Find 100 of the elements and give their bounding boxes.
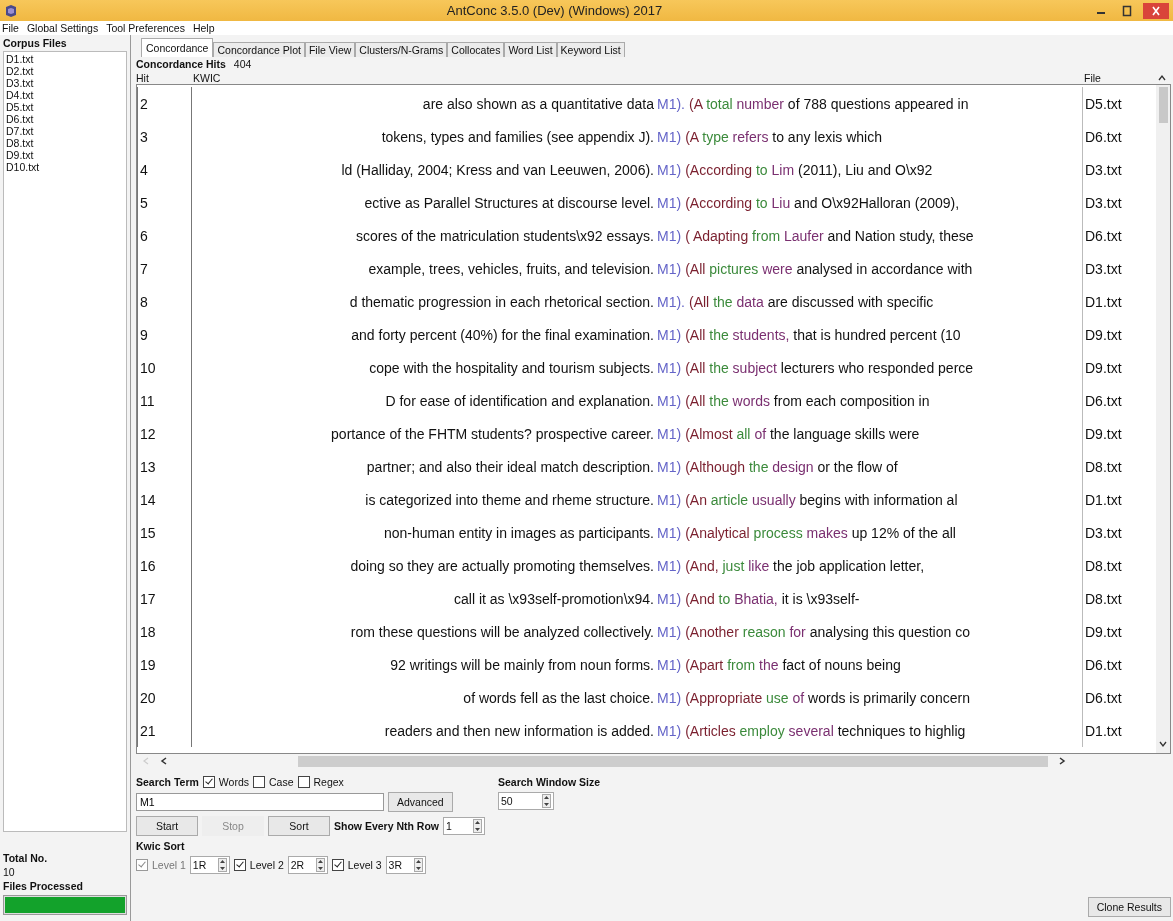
- left-context: tokens, types and families (see appendix J).: [380, 128, 655, 145]
- checkbox[interactable]: [233, 859, 246, 871]
- tab[interactable]: Concordance: [141, 38, 214, 57]
- file-item[interactable]: D10.txt: [6, 161, 124, 173]
- left-context: ective as Parallel Structures at discourse level.: [363, 194, 655, 211]
- app-icon[interactable]: [4, 3, 18, 18]
- spinner-arrows-icon[interactable]: [542, 794, 551, 808]
- close-icon[interactable]: [1143, 2, 1169, 19]
- menu-item[interactable]: Global Settings: [26, 22, 99, 34]
- tab[interactable]: Keyword List: [556, 42, 625, 57]
- tab[interactable]: File View: [304, 42, 356, 57]
- keyword: M1): [657, 161, 683, 178]
- tab[interactable]: Word List: [504, 42, 557, 57]
- checkbox-label: Regex: [313, 776, 344, 788]
- spinner-arrows-icon[interactable]: [315, 858, 325, 872]
- column-header[interactable]: Hit: [136, 72, 193, 84]
- column-header[interactable]: File: [1084, 72, 1157, 84]
- file-name: D9.txt: [1084, 359, 1123, 376]
- window-title: AntConc 3.5.0 (Dev) (Windows) 2017: [445, 3, 664, 18]
- keyword: M1).: [657, 95, 686, 112]
- right-context: (Articles employ several techniques to highlig: [685, 722, 966, 739]
- advanced-button[interactable]: Advanced: [388, 792, 453, 812]
- scroll-thumb[interactable]: [298, 755, 1048, 767]
- checkbox[interactable]: [297, 776, 310, 788]
- hit-number: 14: [137, 483, 192, 516]
- menu-item[interactable]: File: [2, 22, 19, 34]
- file-item[interactable]: D9.txt: [6, 149, 124, 161]
- file-name: D6.txt: [1084, 128, 1123, 145]
- spinner-field[interactable]: 3R: [385, 856, 426, 874]
- checkbox[interactable]: [331, 859, 344, 871]
- left-context: readers and then new information is added.: [383, 722, 655, 739]
- right-context: (All the words from each composition in: [685, 392, 930, 409]
- left-context: are also shown as a quantitative data: [421, 95, 655, 112]
- keyword: M1): [657, 524, 683, 541]
- right-context: (According to Liu and O\x92Halloran (2009),: [685, 194, 960, 211]
- right-context: (And to Bhatia, it is \x93self-: [685, 590, 860, 607]
- spinner-field[interactable]: 50: [498, 792, 554, 810]
- spinner-field[interactable]: 2R: [287, 856, 328, 874]
- left-context: and forty percent (40%) for the final examination.: [350, 326, 655, 343]
- tab[interactable]: Collocates: [447, 42, 505, 57]
- checkbox[interactable]: [202, 776, 215, 788]
- hit-number: 3: [137, 120, 192, 153]
- level-label: Level 1: [152, 859, 186, 871]
- file-item[interactable]: D3.txt: [6, 77, 124, 89]
- keyword: M1): [657, 656, 683, 673]
- column-header[interactable]: KWIC: [193, 72, 1084, 84]
- scroll-thumb[interactable]: [1158, 87, 1168, 123]
- keyword: M1).: [657, 293, 686, 310]
- checkbox[interactable]: [253, 776, 265, 788]
- right-context: (A total number of 788 questions appeared in: [689, 95, 969, 112]
- file-item[interactable]: D5.txt: [6, 101, 124, 113]
- file-name: D9.txt: [1084, 623, 1123, 640]
- spinner-field[interactable]: 1: [443, 817, 485, 835]
- spinner-arrows-icon[interactable]: [217, 858, 227, 872]
- left-context: of words fell as the last choice.: [462, 689, 655, 706]
- hit-number: 4: [137, 153, 192, 186]
- left-context: non-human entity in images as participants.: [382, 524, 655, 541]
- keyword: M1): [657, 557, 683, 574]
- file-item[interactable]: D7.txt: [6, 125, 124, 137]
- checkbox-label: Case: [269, 776, 294, 788]
- menu-item[interactable]: Help: [192, 22, 215, 34]
- left-context: call it as \x93self-promotion\x94.: [453, 590, 655, 607]
- scroll-down-icon[interactable]: [1158, 739, 1168, 749]
- hits-label: Concordance Hits: [136, 58, 226, 70]
- file-name: D3.txt: [1084, 161, 1123, 178]
- file-item[interactable]: D1.txt: [6, 53, 124, 65]
- hits-count: 404: [233, 58, 252, 70]
- hit-number: 8: [137, 285, 192, 318]
- left-context: doing so they are actually promoting themselves.: [349, 557, 655, 574]
- file-item[interactable]: D2.txt: [6, 65, 124, 77]
- right-context: (An article usually begins with information al: [685, 491, 958, 508]
- menu-item[interactable]: Tool Preferences: [106, 22, 185, 34]
- hit-number: 18: [137, 615, 192, 648]
- spinner-arrows-icon[interactable]: [413, 858, 423, 872]
- file-item[interactable]: D6.txt: [6, 113, 124, 125]
- search-field[interactable]: M1: [136, 793, 384, 811]
- clone-results-button[interactable]: Clone Results: [1087, 897, 1171, 917]
- hit-number: 2: [137, 87, 192, 120]
- hit-number: 16: [137, 549, 192, 582]
- vertical-scrollbar[interactable]: [1156, 85, 1170, 753]
- file-name: D5.txt: [1084, 95, 1123, 112]
- total-value: 10: [3, 866, 16, 878]
- spinner-arrows-icon[interactable]: [473, 819, 482, 833]
- file-name: D3.txt: [1084, 524, 1123, 541]
- action-button[interactable]: Sort: [268, 816, 330, 836]
- window-size-label: Search Window Size: [498, 776, 601, 788]
- file-item[interactable]: D4.txt: [6, 89, 124, 101]
- tab[interactable]: Clusters/N-Grams: [355, 42, 448, 57]
- action-button[interactable]: Start: [136, 816, 198, 836]
- kwic-sort-label: Kwic Sort: [136, 840, 186, 852]
- right-context: (Almost all of the language skills were: [685, 425, 920, 442]
- tab[interactable]: Concordance Plot: [213, 42, 305, 57]
- hit-number: 19: [137, 648, 192, 681]
- search-term-label: Search Term: [136, 776, 199, 788]
- hit-number: 21: [137, 714, 192, 747]
- scroll-right-icon[interactable]: [1058, 756, 1066, 766]
- file-item[interactable]: D8.txt: [6, 137, 124, 149]
- keyword: M1): [657, 392, 683, 409]
- keyword: M1): [657, 458, 683, 475]
- panel-title: Corpus Files: [3, 37, 68, 49]
